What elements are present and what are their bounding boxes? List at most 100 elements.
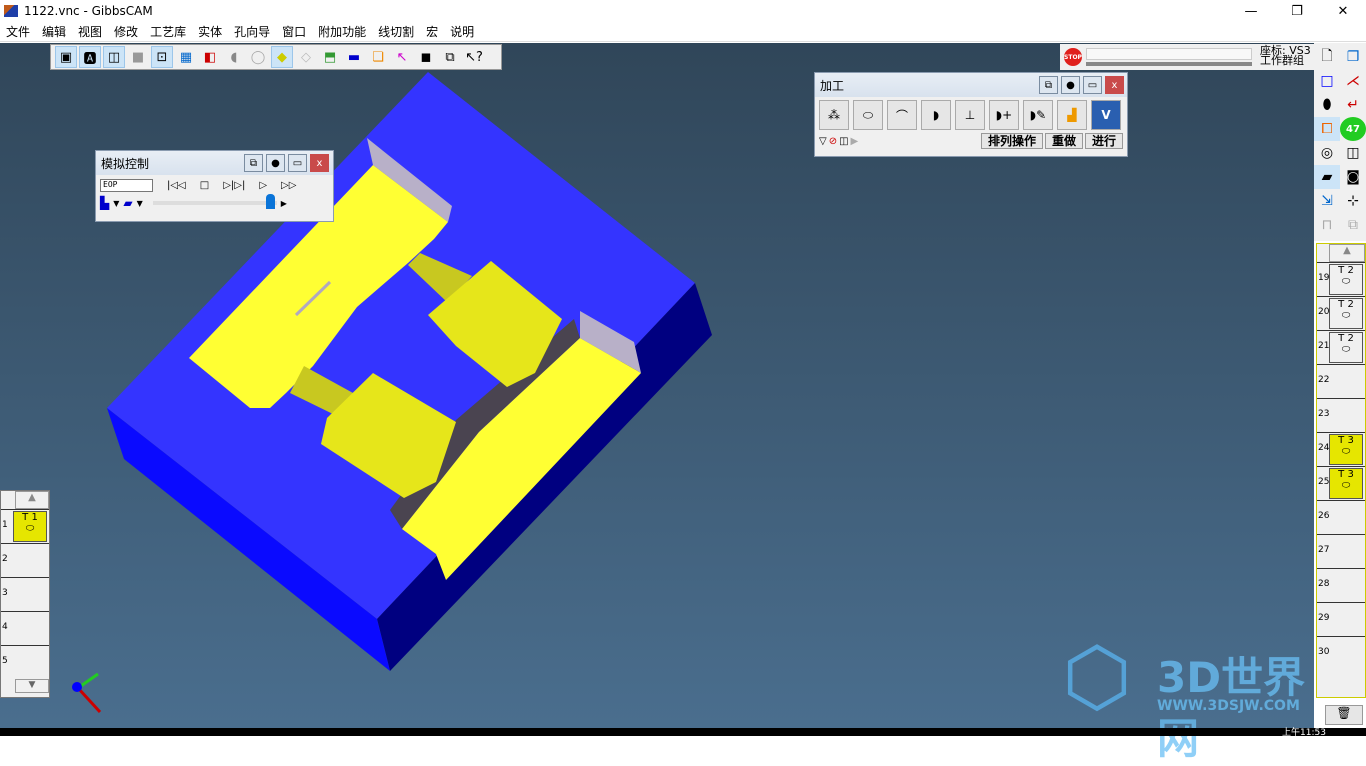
render-toggle-icon[interactable]: ● <box>266 154 285 172</box>
position-field[interactable]: EOP <box>100 179 153 192</box>
frame-view-icon[interactable]: ▣ <box>55 46 77 68</box>
redo-button[interactable]: 重做 <box>1044 133 1083 149</box>
run-button[interactable]: 进行 <box>1084 133 1123 149</box>
operation-slot[interactable]: 1 T 1 ⬭ <box>1 509 49 543</box>
minimize-panel-button[interactable]: ▭ <box>288 154 307 172</box>
operation-slot[interactable]: 27 <box>1317 534 1365 568</box>
surface-icon[interactable]: ▟ <box>1057 100 1087 130</box>
operation-card[interactable]: T 2 ⬭ <box>1329 298 1363 329</box>
menu-help[interactable]: 说明 <box>444 23 480 40</box>
contour-icon[interactable]: ⬭ <box>853 100 883 130</box>
tool-icon[interactable]: ⬮ <box>1314 93 1340 117</box>
close-panel-button[interactable]: x <box>310 154 329 172</box>
windows-icon[interactable]: ❐ <box>1340 45 1366 69</box>
dock-icon[interactable]: ⧉ <box>1039 76 1058 94</box>
pocket-icon[interactable]: ◗ <box>921 100 951 130</box>
operation-slot[interactable]: 2 <box>1 543 49 577</box>
help-pointer-icon[interactable]: ↖? <box>463 46 485 68</box>
wire-cube-icon[interactable]: ◇ <box>295 46 317 68</box>
close-button[interactable]: ✕ <box>1320 0 1366 22</box>
operation-list-right[interactable]: ▲ 19 T 2 ⬭ 20 T 2 ⬭ 21 T 2 ⬭ 22 23 24 T 3 ⬭ 25 T 3 ⬭ 26 27… <box>1316 243 1366 698</box>
drill-icon[interactable]: ⁂ <box>819 100 849 130</box>
operation-slot[interactable]: 4 <box>1 611 49 645</box>
menu-process-library[interactable]: 工艺库 <box>144 23 192 40</box>
render-toggle-icon[interactable]: ● <box>1061 76 1080 94</box>
solid-tool-icon[interactable]: ▰ <box>1314 165 1340 189</box>
red-blue-solid-icon[interactable]: ◧ <box>199 46 221 68</box>
render-icon[interactable]: ◙ <box>1340 165 1366 189</box>
menu-modify[interactable]: 修改 <box>108 23 144 40</box>
operation-slot[interactable]: 19 T 2 ⬭ <box>1317 262 1365 296</box>
operation-slot[interactable]: 21 T 2 ⬭ <box>1317 330 1365 364</box>
scroll-up-button[interactable]: ▲ <box>15 491 49 509</box>
scroll-down-button[interactable]: ▼ <box>15 679 49 693</box>
stack-icon[interactable]: ❏ <box>367 46 389 68</box>
scroll-up-button[interactable]: ▲ <box>1329 244 1365 262</box>
pocket-add-icon[interactable]: ◗+ <box>989 100 1019 130</box>
grid-icon[interactable]: ▦ <box>175 46 197 68</box>
tool-view-icon[interactable]: ▰ <box>123 196 132 210</box>
pick-line-icon[interactable]: ↖ <box>391 46 413 68</box>
eye-icon[interactable]: ◎ <box>1314 141 1340 165</box>
rectangle-icon[interactable]: □ <box>1314 69 1340 93</box>
dock-icon[interactable]: ⧉ <box>244 154 263 172</box>
thread-mill-icon[interactable]: ⊥ <box>955 100 985 130</box>
chevron-down-icon[interactable]: ▼ <box>137 199 143 208</box>
outline-cylinder-icon[interactable]: ◯ <box>247 46 269 68</box>
stop-button[interactable]: STOP <box>1064 48 1082 66</box>
menu-hole-wizard[interactable]: 孔向导 <box>228 23 276 40</box>
operation-card[interactable]: T 3 ⬭ <box>1329 434 1363 465</box>
operation-slot[interactable]: 30 <box>1317 636 1365 670</box>
operation-slot[interactable]: 24 T 3 ⬭ <box>1317 432 1365 466</box>
tool-bar-icon[interactable]: ▬ <box>343 46 365 68</box>
fast-forward-button[interactable]: ▷▷ <box>281 180 296 191</box>
lines-icon[interactable]: ⋌ <box>1340 69 1366 93</box>
operation-slot[interactable]: 25 T 3 ⬭ <box>1317 466 1365 500</box>
solid-box-icon[interactable]: ■ <box>127 46 149 68</box>
step-button[interactable]: ▷|▷| <box>223 180 245 191</box>
verify-icon[interactable]: V <box>1091 100 1121 130</box>
chevron-down-icon[interactable]: ▼ <box>113 199 119 208</box>
operation-slot[interactable]: 3 <box>1 577 49 611</box>
no-tool-icon[interactable]: ⊘ <box>829 136 837 147</box>
rotate-cube-icon[interactable]: ⧉ <box>439 46 461 68</box>
two-windows-icon[interactable]: ◼ <box>415 46 437 68</box>
open-contour-icon[interactable]: ⌒ <box>887 100 917 130</box>
operation-slot[interactable]: 20 T 2 ⬭ <box>1317 296 1365 330</box>
menu-view[interactable]: 视图 <box>72 23 108 40</box>
menu-wire-edm[interactable]: 线切割 <box>372 23 420 40</box>
operation-slot[interactable]: 28 <box>1317 568 1365 602</box>
close-panel-button[interactable]: x <box>1105 76 1124 94</box>
minimize-button[interactable]: — <box>1228 0 1274 22</box>
cylinder-icon[interactable]: ◖ <box>223 46 245 68</box>
operation-slot[interactable]: 26 <box>1317 500 1365 534</box>
sort-operations-button[interactable]: 排列操作 <box>980 133 1043 149</box>
play-button[interactable]: ▷ <box>259 180 267 191</box>
stop-sim-button[interactable]: □ <box>200 180 209 191</box>
operation-slot[interactable]: 5 <box>1 645 49 679</box>
menu-macro[interactable]: 宏 <box>420 23 444 40</box>
box-icon[interactable]: ◫ <box>839 136 848 147</box>
menu-window[interactable]: 窗口 <box>276 23 312 40</box>
select-point-icon[interactable]: ⊡ <box>151 46 173 68</box>
operation-card[interactable]: T 3 ⬭ <box>1329 468 1363 499</box>
menu-solid[interactable]: 实体 <box>192 23 228 40</box>
toolpath-icon[interactable]: ⧠ <box>1314 117 1340 141</box>
cube-icon[interactable]: ◫ <box>1340 141 1366 165</box>
new-document-icon[interactable]: 🗋 <box>1314 45 1340 69</box>
menu-plugins[interactable]: 附加功能 <box>312 23 372 40</box>
operation-list-left[interactable]: ▲ 1 T 1 ⬭ 2 3 4 5 ▼ <box>0 490 50 698</box>
operation-card[interactable]: T 2 ⬭ <box>1329 332 1363 363</box>
operation-slot[interactable]: 29 <box>1317 602 1365 636</box>
text-frame-icon[interactable]: 🅰 <box>79 46 101 68</box>
copy-icon[interactable]: ⧉ <box>1340 213 1366 237</box>
speed-slider[interactable] <box>152 194 277 209</box>
split-icon[interactable]: ⊓ <box>1314 213 1340 237</box>
tool-filter-icon[interactable]: ▽ <box>819 136 827 147</box>
play-arrow-icon[interactable]: ▶ <box>851 136 859 147</box>
rewind-button[interactable]: |◁◁ <box>167 180 186 191</box>
play-arrow-icon[interactable]: ▶ <box>281 199 287 208</box>
stock-icon[interactable]: ▙ <box>100 196 109 210</box>
pocket-edit-icon[interactable]: ◗✎ <box>1023 100 1053 130</box>
operation-slot[interactable]: 23 <box>1317 398 1365 432</box>
